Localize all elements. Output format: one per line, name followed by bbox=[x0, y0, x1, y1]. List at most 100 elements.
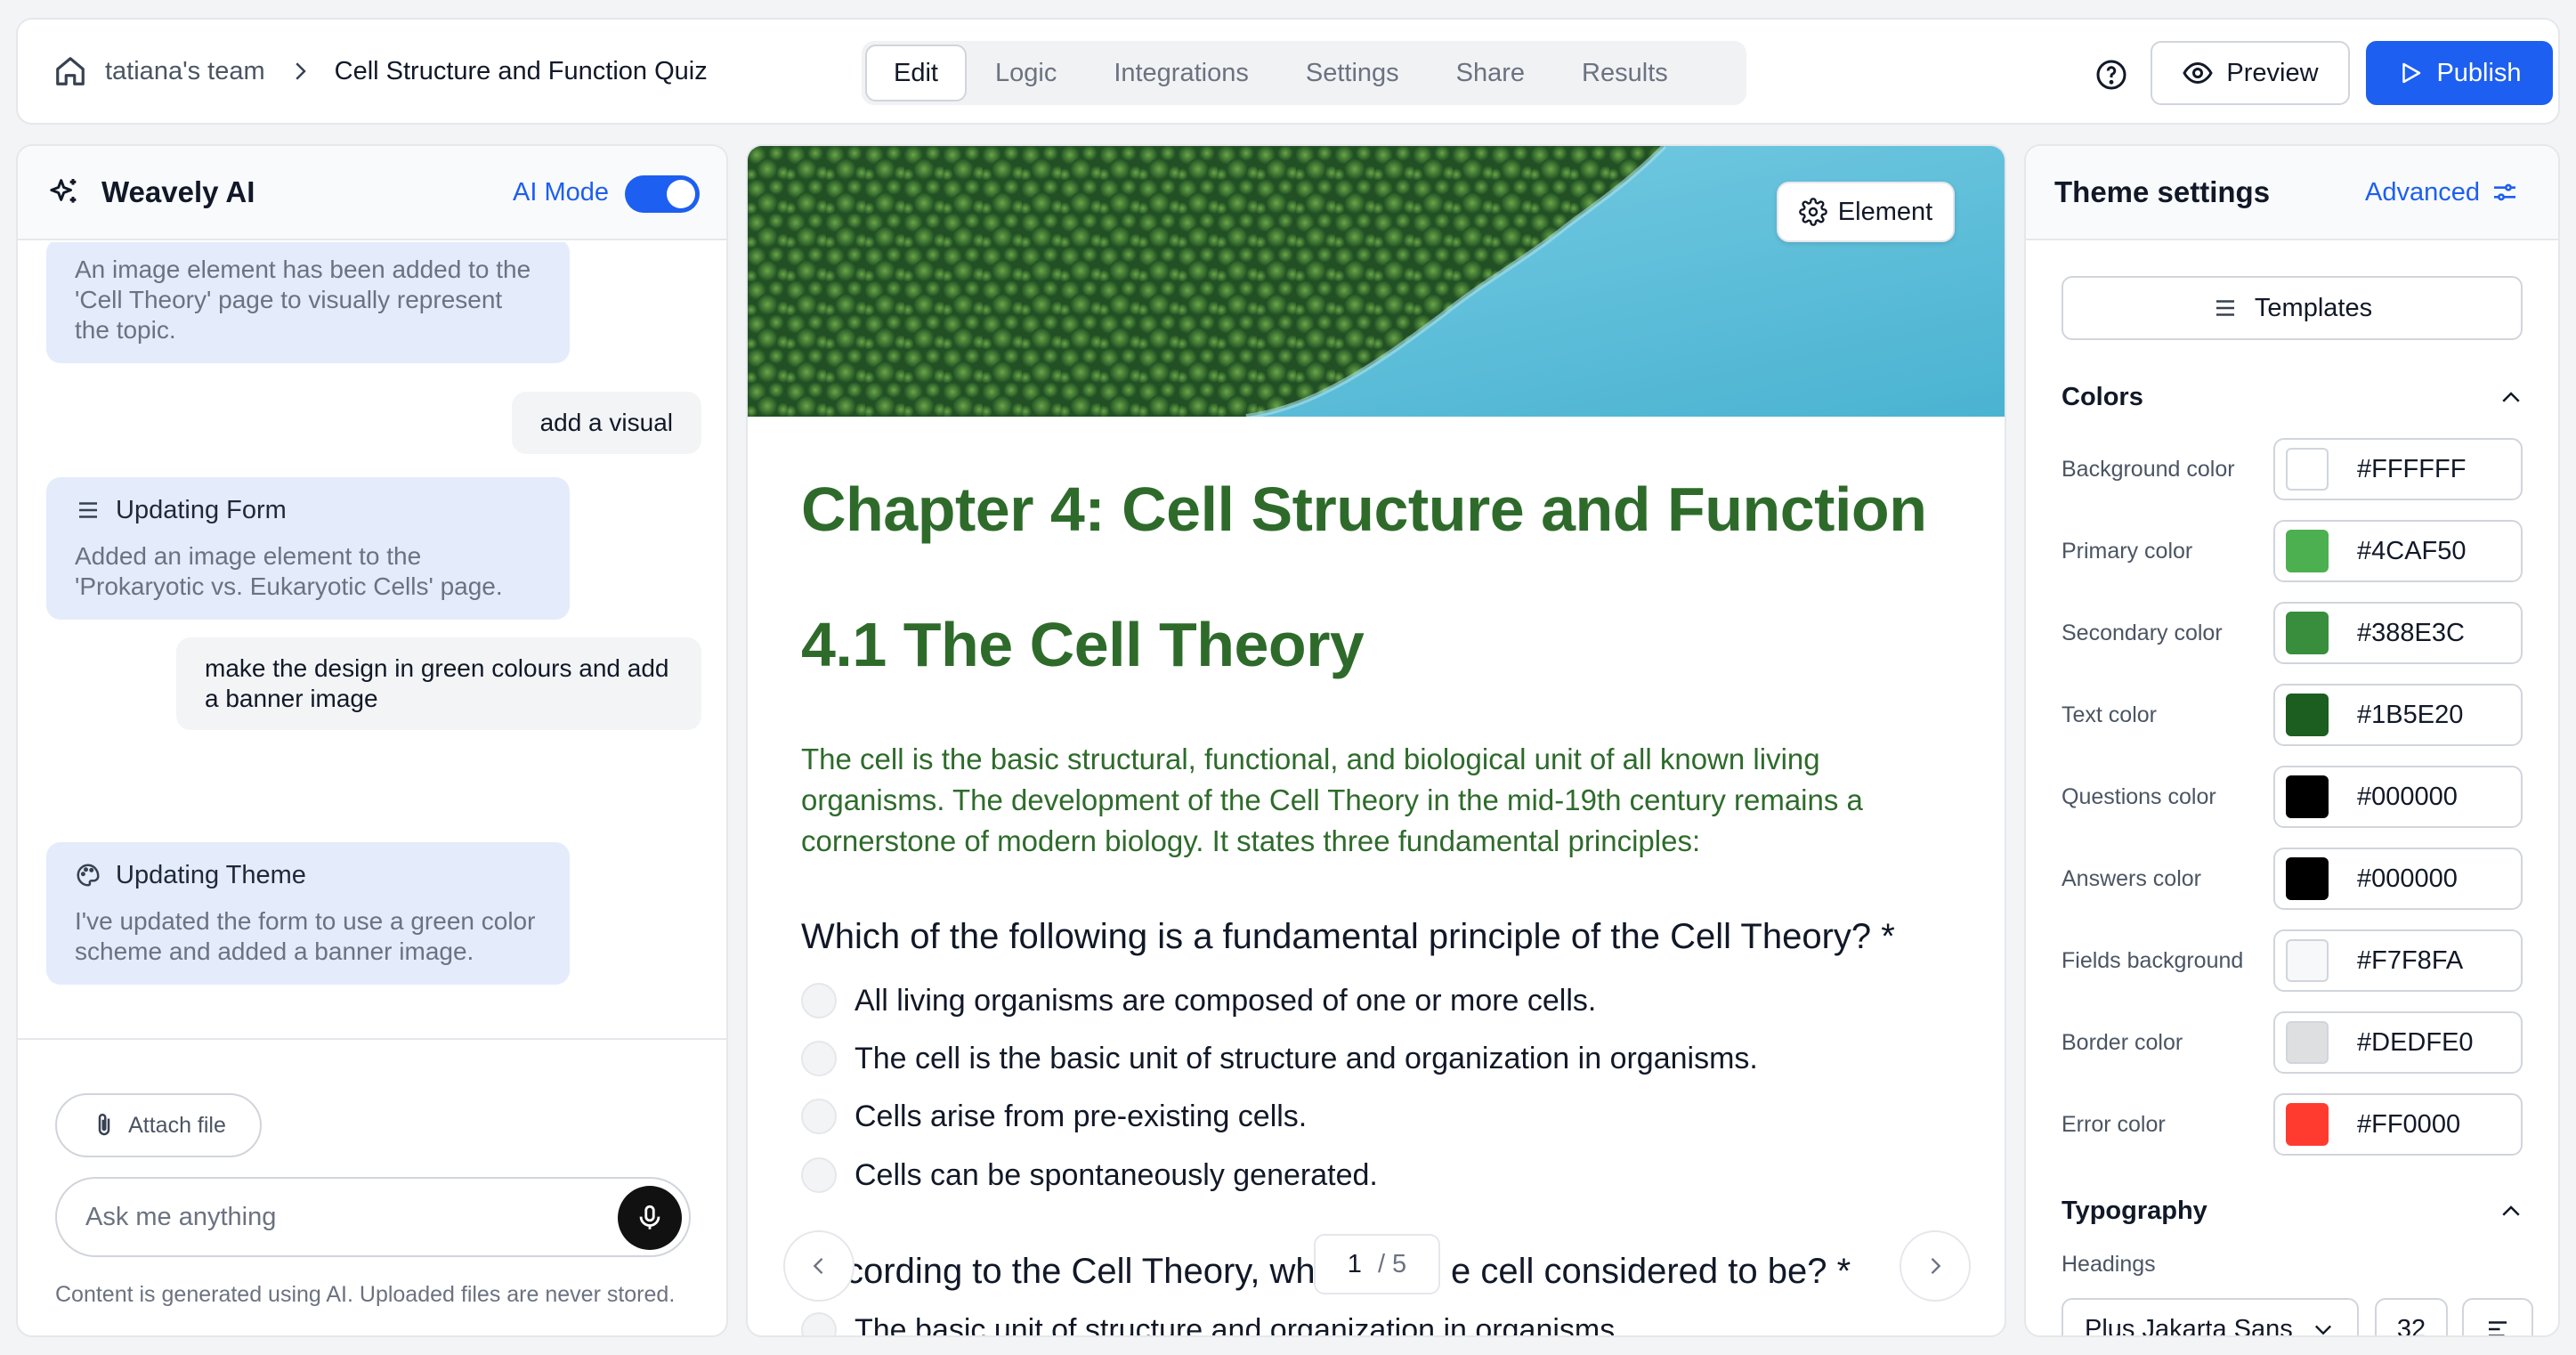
color-input[interactable]: #DEDFE0 bbox=[2273, 1011, 2523, 1074]
ai-message-heading-text: Updating Theme bbox=[116, 861, 306, 889]
next-page-button[interactable] bbox=[1900, 1230, 1971, 1302]
theme-panel-header: Theme settings Advanced bbox=[2026, 146, 2558, 240]
ai-panel-title: Weavely AI bbox=[101, 175, 255, 208]
ai-message: An image element has been added to the '… bbox=[46, 242, 570, 363]
color-row-border: Border color #DEDFE0 bbox=[2062, 1011, 2523, 1074]
home-icon[interactable] bbox=[53, 54, 87, 88]
sliders-icon bbox=[2494, 183, 2515, 201]
typography-heading[interactable]: Typography bbox=[2062, 1197, 2207, 1226]
page-indicator: 1 / 5 bbox=[1314, 1234, 1440, 1294]
color-input[interactable]: #FFFFFF bbox=[2273, 438, 2523, 500]
templates-button[interactable]: Templates bbox=[2062, 276, 2523, 340]
section-title[interactable]: 4.1 The Cell Theory bbox=[801, 609, 1365, 680]
color-input[interactable]: #388E3C bbox=[2273, 602, 2523, 664]
color-swatch[interactable] bbox=[2286, 775, 2329, 818]
tab-results[interactable]: Results bbox=[1553, 45, 1697, 101]
color-row-questions: Questions color #000000 bbox=[2062, 766, 2523, 828]
ai-message-text: I've updated the form to use a green col… bbox=[75, 907, 536, 965]
tab-integrations[interactable]: Integrations bbox=[1085, 45, 1277, 101]
advanced-button[interactable]: Advanced bbox=[2365, 178, 2519, 207]
color-input[interactable]: #FF0000 bbox=[2273, 1093, 2523, 1156]
chat-input[interactable]: Ask me anything bbox=[55, 1177, 691, 1257]
answer-option-text: Cells arise from pre-existing cells. bbox=[855, 1099, 1308, 1133]
answer-option[interactable]: Cells arise from pre-existing cells. bbox=[801, 1099, 1307, 1134]
question-2-left[interactable]: cording to the Cell Theory, wh bbox=[846, 1252, 1316, 1292]
color-hex: #1B5E20 bbox=[2357, 700, 2464, 729]
answer-option[interactable]: The cell is the basic unit of structure … bbox=[801, 1041, 1758, 1076]
sparkles-icon bbox=[50, 179, 77, 203]
color-input[interactable]: #000000 bbox=[2273, 766, 2523, 828]
ai-mode-toggle[interactable] bbox=[625, 175, 700, 213]
microphone-button[interactable] bbox=[618, 1186, 682, 1250]
templates-label: Templates bbox=[2254, 293, 2373, 322]
chat-history[interactable]: An image element has been added to the '… bbox=[18, 242, 726, 1038]
color-swatch[interactable] bbox=[2286, 694, 2329, 736]
color-label: Background color bbox=[2062, 456, 2235, 482]
current-page[interactable]: 1 bbox=[1348, 1250, 1362, 1279]
radio-button[interactable] bbox=[801, 983, 837, 1018]
answer-option[interactable]: The basic unit of structure and organiza… bbox=[801, 1312, 1616, 1337]
answer-option-text: Cells can be spontaneously generated. bbox=[855, 1157, 1378, 1192]
heading-size-input[interactable]: 32 bbox=[2375, 1298, 2448, 1335]
theme-panel-title: Theme settings bbox=[2054, 175, 2271, 208]
breadcrumb: tatiana's team Cell Structure and Functi… bbox=[53, 20, 708, 123]
color-input[interactable]: #4CAF50 bbox=[2273, 520, 2523, 582]
color-swatch[interactable] bbox=[2286, 530, 2329, 572]
ai-message-heading: Updating Theme bbox=[75, 860, 541, 890]
radio-button[interactable] bbox=[801, 1041, 837, 1076]
radio-button[interactable] bbox=[801, 1312, 837, 1335]
chevron-down-icon bbox=[2314, 1325, 2331, 1335]
publish-button[interactable]: Publish bbox=[2366, 41, 2553, 105]
color-swatch[interactable] bbox=[2286, 612, 2329, 654]
chevron-up-icon[interactable] bbox=[2498, 385, 2524, 411]
preview-button[interactable]: Preview bbox=[2151, 41, 2350, 105]
attach-file-button[interactable]: Attach file bbox=[55, 1093, 262, 1157]
color-swatch[interactable] bbox=[2286, 448, 2329, 491]
radio-button[interactable] bbox=[801, 1099, 837, 1134]
colors-heading[interactable]: Colors bbox=[2062, 383, 2143, 412]
tab-settings[interactable]: Settings bbox=[1277, 45, 1428, 101]
color-swatch[interactable] bbox=[2286, 1103, 2329, 1146]
question-1[interactable]: Which of the following is a fundamental … bbox=[801, 917, 1895, 957]
color-label: Fields background bbox=[2062, 947, 2244, 973]
color-swatch[interactable] bbox=[2286, 939, 2329, 982]
intro-paragraph[interactable]: The cell is the basic structural, functi… bbox=[801, 739, 1914, 862]
total-pages: / 5 bbox=[1377, 1249, 1407, 1278]
attach-file-label: Attach file bbox=[128, 1112, 226, 1138]
color-label: Primary color bbox=[2062, 538, 2193, 564]
tab-edit[interactable]: Edit bbox=[865, 45, 967, 101]
chapter-title[interactable]: Chapter 4: Cell Structure and Function bbox=[801, 474, 1927, 545]
color-input[interactable]: #1B5E20 bbox=[2273, 684, 2523, 746]
ai-panel: Weavely AI AI Mode An image element has … bbox=[16, 144, 728, 1337]
color-swatch[interactable] bbox=[2286, 1021, 2329, 1064]
chevron-up-icon[interactable] bbox=[2498, 1198, 2524, 1225]
breadcrumb-team[interactable]: tatiana's team bbox=[105, 57, 265, 86]
radio-button[interactable] bbox=[801, 1157, 837, 1193]
answer-option[interactable]: All living organisms are composed of one… bbox=[801, 983, 1596, 1018]
tab-logic[interactable]: Logic bbox=[967, 45, 1085, 101]
color-input[interactable]: #F7F8FA bbox=[2273, 929, 2523, 992]
color-label: Error color bbox=[2062, 1111, 2166, 1137]
ai-panel-header: Weavely AI AI Mode bbox=[18, 146, 726, 240]
color-input[interactable]: #000000 bbox=[2273, 848, 2523, 910]
chevron-right-icon bbox=[1931, 1258, 1941, 1274]
color-hex: #000000 bbox=[2357, 782, 2458, 811]
heading-font-select[interactable]: Plus Jakarta Sans bbox=[2062, 1298, 2359, 1335]
answer-option-text: The basic unit of structure and organiza… bbox=[855, 1312, 1616, 1337]
top-bar: tatiana's team Cell Structure and Functi… bbox=[16, 18, 2560, 125]
ai-message-heading: Updating Form bbox=[75, 495, 541, 525]
heading-align-button[interactable] bbox=[2462, 1298, 2533, 1335]
element-button[interactable]: Element bbox=[1777, 182, 1955, 242]
previous-page-button[interactable] bbox=[783, 1230, 855, 1302]
help-icon[interactable] bbox=[2095, 59, 2127, 91]
answer-option[interactable]: Cells can be spontaneously generated. bbox=[801, 1157, 1378, 1193]
question-2-right[interactable]: e cell considered to be? * bbox=[1451, 1252, 1851, 1292]
color-swatch[interactable] bbox=[2286, 857, 2329, 900]
user-message-text: add a visual bbox=[539, 409, 673, 436]
answer-option-text: All living organisms are composed of one… bbox=[855, 983, 1597, 1018]
ai-message: Updating Theme I've updated the form to … bbox=[46, 842, 570, 985]
play-icon bbox=[2402, 62, 2421, 84]
tab-share[interactable]: Share bbox=[1428, 45, 1553, 101]
color-row-text: Text color #1B5E20 bbox=[2062, 684, 2523, 746]
form-title[interactable]: Cell Structure and Function Quiz bbox=[335, 57, 708, 86]
